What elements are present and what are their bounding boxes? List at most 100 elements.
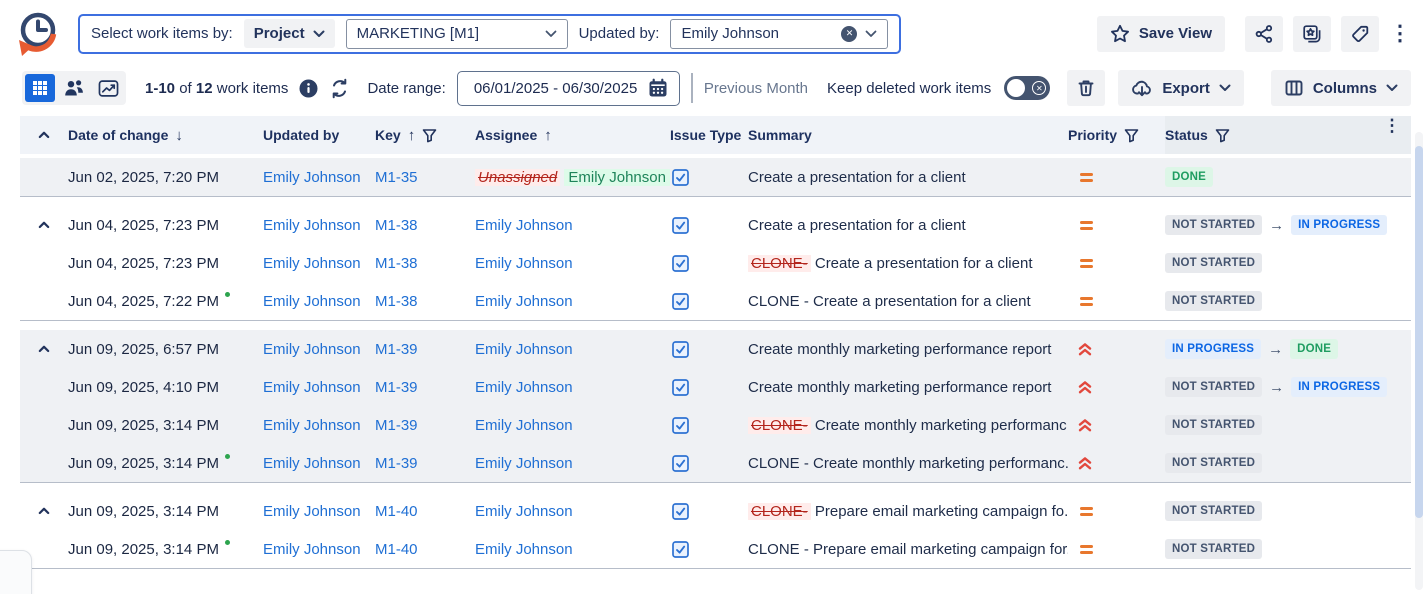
change-date: Jun 09, 2025, 6:57 PM xyxy=(68,341,263,358)
saved-views-button[interactable] xyxy=(1293,16,1331,52)
status-cell: NOT STARTED→IN PROGRESS xyxy=(1165,377,1373,397)
column-header-updated-by[interactable]: Updated by xyxy=(263,127,375,143)
work-item-key-link[interactable]: M1-40 xyxy=(375,541,418,558)
collapse-group-button[interactable] xyxy=(38,345,50,353)
issue-type-cell xyxy=(670,217,748,234)
priority-medium-icon xyxy=(1068,507,1093,516)
collapse-group-button[interactable] xyxy=(38,507,50,515)
sort-desc-icon[interactable]: ↓ xyxy=(175,127,183,144)
assignee-link[interactable]: Emily Johnson xyxy=(475,417,573,434)
export-button[interactable]: Export xyxy=(1118,70,1244,106)
toggle-knob xyxy=(1007,79,1025,97)
column-header-issue-type[interactable]: Issue Type xyxy=(670,127,748,143)
collapse-group-icon xyxy=(38,221,50,229)
work-item-key-link[interactable]: M1-40 xyxy=(375,503,418,520)
table-view-button[interactable] xyxy=(25,74,55,102)
filter-funnel-icon[interactable] xyxy=(1124,128,1139,143)
updated-by-link[interactable]: Emily Johnson xyxy=(263,293,361,310)
column-header-date[interactable]: Date of change ↓ xyxy=(68,127,263,144)
updated-by-link[interactable]: Emily Johnson xyxy=(263,169,361,186)
vertical-scrollbar[interactable] xyxy=(1415,132,1423,590)
filter-funnel-icon[interactable] xyxy=(422,128,437,143)
chevron-down-icon xyxy=(865,30,877,38)
columns-icon xyxy=(1284,78,1304,98)
info-icon[interactable] xyxy=(299,79,318,98)
keep-deleted-toggle[interactable]: ✕ xyxy=(1004,76,1050,100)
column-header-status[interactable]: Status xyxy=(1165,116,1373,154)
assignee-link[interactable]: Emily Johnson xyxy=(475,293,573,310)
task-type-icon xyxy=(672,217,689,234)
work-item-key-link[interactable]: M1-38 xyxy=(375,293,418,310)
sort-asc-icon[interactable]: ↑ xyxy=(408,127,416,144)
table-options-kebab[interactable]: ⋮ xyxy=(1373,116,1411,154)
work-item-key-link[interactable]: M1-39 xyxy=(375,341,418,358)
change-date: Jun 09, 2025, 4:10 PM xyxy=(68,379,263,396)
column-header-assignee[interactable]: Assignee ↑ xyxy=(475,127,670,144)
people-view-button[interactable] xyxy=(59,74,89,102)
work-item-key-link[interactable]: M1-38 xyxy=(375,255,418,272)
assignee-link[interactable]: Emily Johnson xyxy=(475,341,573,358)
work-item-key-link[interactable]: M1-39 xyxy=(375,379,418,396)
assignee-cell: Emily Johnson xyxy=(475,455,670,472)
status-transition-arrow-icon: → xyxy=(1268,341,1283,358)
updated-by-select[interactable]: Emily Johnson ✕ xyxy=(670,19,888,49)
date-range-input[interactable]: 06/01/2025 - 06/30/2025 xyxy=(457,71,680,106)
updated-by-link[interactable]: Emily Johnson xyxy=(263,255,361,272)
updated-by-link[interactable]: Emily Johnson xyxy=(263,455,361,472)
sort-asc-icon[interactable]: ↑ xyxy=(544,127,552,144)
task-type-icon xyxy=(672,417,689,434)
save-view-button[interactable]: Save View xyxy=(1097,16,1225,52)
assignee-link[interactable]: Emily Johnson xyxy=(475,217,573,234)
clear-filter-icon[interactable]: ✕ xyxy=(841,26,857,42)
column-header-summary[interactable]: Summary xyxy=(748,127,1068,143)
project-select[interactable]: MARKETING [M1] xyxy=(346,19,568,49)
updated-by-link[interactable]: Emily Johnson xyxy=(263,379,361,396)
assignee-cell: Emily Johnson xyxy=(475,293,670,310)
history-row: Jun 09, 2025, 3:14 PMEmily JohnsonM1-40E… xyxy=(20,530,1411,568)
assignee-cell: Emily Johnson xyxy=(475,417,670,434)
history-group: Jun 09, 2025, 3:14 PMEmily JohnsonM1-40E… xyxy=(20,492,1411,569)
status-cell: IN PROGRESS→DONE xyxy=(1165,339,1373,359)
work-item-key-link[interactable]: M1-39 xyxy=(375,455,418,472)
status-badge: NOT STARTED xyxy=(1165,377,1262,397)
top-actions: Save View ⋮ xyxy=(1097,16,1411,52)
assignee-link[interactable]: Emily Johnson xyxy=(475,455,573,472)
column-header-key[interactable]: Key ↑ xyxy=(375,127,475,144)
change-date: Jun 09, 2025, 3:14 PM xyxy=(68,503,263,520)
collapse-all-button[interactable] xyxy=(20,131,68,139)
updated-by-link[interactable]: Emily Johnson xyxy=(263,503,361,520)
collapse-group-icon xyxy=(38,507,50,515)
work-item-key-link[interactable]: M1-39 xyxy=(375,417,418,434)
saved-views-icon xyxy=(1302,24,1322,44)
assignee-link[interactable]: Emily Johnson xyxy=(475,255,573,272)
updated-by-link[interactable]: Emily Johnson xyxy=(263,341,361,358)
updated-by-link[interactable]: Emily Johnson xyxy=(263,217,361,234)
previous-month-button[interactable]: Previous Month xyxy=(704,80,808,97)
updated-by-link[interactable]: Emily Johnson xyxy=(263,541,361,558)
select-by-dropdown[interactable]: Project xyxy=(244,19,335,48)
work-item-key-link[interactable]: M1-35 xyxy=(375,169,418,186)
refresh-button[interactable] xyxy=(329,78,350,99)
change-date: Jun 02, 2025, 7:20 PM xyxy=(68,169,263,186)
more-options-kebab[interactable]: ⋮ xyxy=(1389,21,1411,46)
work-item-key-link[interactable]: M1-38 xyxy=(375,217,418,234)
column-header-priority[interactable]: Priority xyxy=(1068,127,1165,143)
share-button[interactable] xyxy=(1245,16,1283,52)
share-icon xyxy=(1254,24,1274,44)
tag-button[interactable] xyxy=(1341,16,1379,52)
delete-button[interactable] xyxy=(1067,70,1105,106)
columns-button[interactable]: Columns xyxy=(1271,70,1411,106)
updated-by-link[interactable]: Emily Johnson xyxy=(263,417,361,434)
scrollbar-thumb[interactable] xyxy=(1415,146,1423,518)
assignee-link[interactable]: Emily Johnson xyxy=(475,379,573,396)
chart-view-button[interactable] xyxy=(93,74,123,102)
work-items-count: 1-10 of 12 work items xyxy=(145,80,288,97)
change-date: Jun 04, 2025, 7:22 PM xyxy=(68,292,263,310)
assignee-link[interactable]: Emily Johnson xyxy=(475,503,573,520)
assignee-link[interactable]: Emily Johnson xyxy=(475,541,573,558)
corner-floating-widget[interactable] xyxy=(0,550,32,594)
task-type-icon xyxy=(672,255,689,272)
filter-funnel-icon[interactable] xyxy=(1215,128,1230,143)
removed-value: Unassigned xyxy=(475,169,560,186)
collapse-group-button[interactable] xyxy=(38,221,50,229)
